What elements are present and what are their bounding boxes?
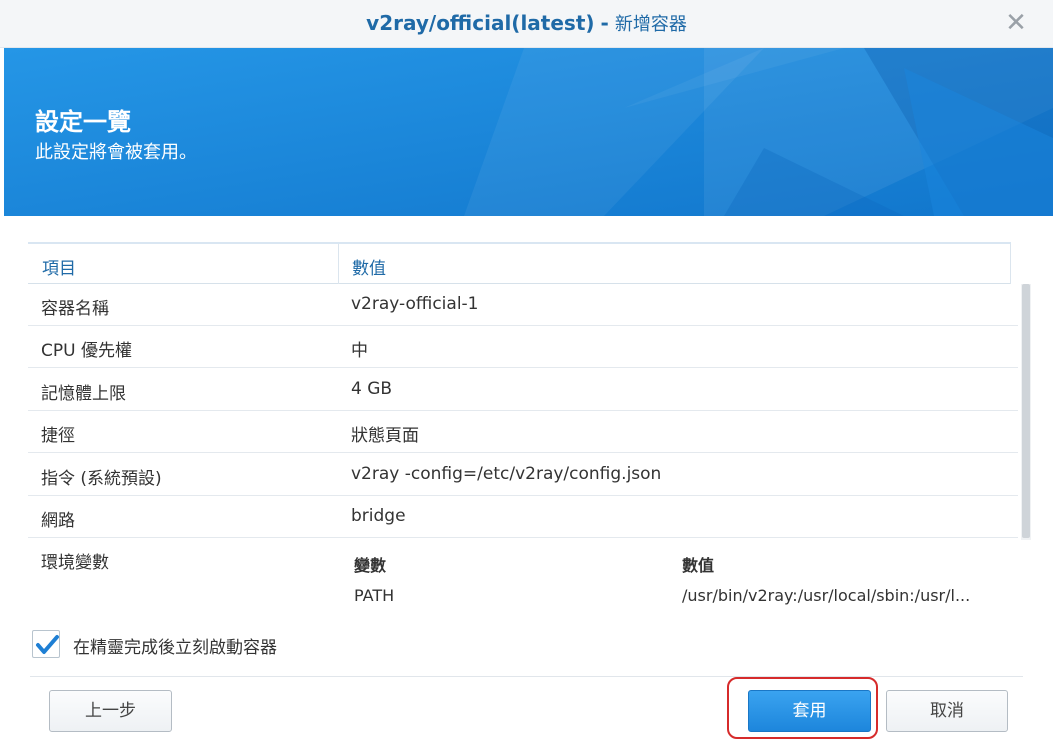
row-item: 容器名稱 <box>41 299 109 319</box>
footer-divider <box>30 676 1023 677</box>
env-header-variable: 變數 <box>354 556 387 575</box>
row-value: v2ray-official-1 <box>351 294 479 314</box>
row-value: 4 GB <box>351 379 393 399</box>
start-after-wizard-checkbox[interactable] <box>32 630 60 658</box>
checkmark-icon <box>36 635 59 654</box>
row-item: CPU 優先權 <box>41 341 132 361</box>
env-variable-name: PATH <box>354 586 395 605</box>
table-row: 捷徑 狀態頁面 <box>28 411 1018 453</box>
dialog-titlebar: v2ray/official(latest) - 新增容器 ✕ <box>0 0 1053 48</box>
column-header-value: 數值 <box>352 259 386 279</box>
row-item: 環境變數 <box>41 553 109 573</box>
start-after-wizard-label[interactable]: 在精靈完成後立刻啟動容器 <box>73 633 277 658</box>
close-icon[interactable]: ✕ <box>1001 8 1031 38</box>
table-row: CPU 優先權 中 <box>28 326 1018 368</box>
row-item: 捷徑 <box>41 426 75 446</box>
table-row: 網路 bridge <box>28 496 1018 538</box>
row-value: v2ray -config=/etc/v2ray/config.json <box>351 464 662 484</box>
banner-title: 設定一覽 <box>35 108 131 136</box>
row-item: 記憶體上限 <box>41 384 126 404</box>
env-variable-value: /usr/bin/v2ray:/usr/local/sbin:/usr/l... <box>682 586 971 605</box>
summary-table: 項目 數值 容器名稱 v2ray-official-1 CPU 優先權 中 記憶… <box>28 242 1034 612</box>
dialog-title-main: v2ray/official(latest) <box>366 11 595 35</box>
row-item: 網路 <box>41 511 75 531</box>
row-value: 狀態頁面 <box>351 426 419 446</box>
table-header: 項目 數值 <box>28 242 1011 284</box>
header-banner: 設定一覽 此設定將會被套用。 <box>4 48 1053 216</box>
table-row: 容器名稱 v2ray-official-1 <box>28 284 1018 326</box>
dialog-title-separator: - <box>600 11 609 35</box>
previous-button[interactable]: 上一步 <box>49 690 172 732</box>
cancel-button[interactable]: 取消 <box>886 690 1008 732</box>
banner-subtitle: 此設定將會被套用。 <box>35 142 197 163</box>
scrollbar-thumb[interactable] <box>1022 284 1030 538</box>
table-row: 指令 (系統預設) v2ray -config=/etc/v2ray/confi… <box>28 454 1018 496</box>
row-value: 中 <box>351 341 368 361</box>
table-row-environment: 環境變數 變數 數值 PATH /usr/bin/v2ray:/usr/loca… <box>28 540 1018 612</box>
apply-button-highlight <box>727 677 878 739</box>
row-value: bridge <box>351 506 406 526</box>
column-divider <box>1010 244 1011 284</box>
env-header-value: 數值 <box>682 556 715 575</box>
dialog-title: v2ray/official(latest) - 新增容器 <box>0 10 1053 36</box>
dialog-title-sub: 新增容器 <box>614 14 687 35</box>
column-divider <box>338 244 339 284</box>
table-row: 記憶體上限 4 GB <box>28 369 1018 411</box>
banner-background <box>4 48 1053 216</box>
column-header-item: 項目 <box>42 259 76 279</box>
row-item: 指令 (系統預設) <box>41 469 162 489</box>
create-container-dialog: v2ray/official(latest) - 新增容器 ✕ 設定一覽 此設定將會… <box>0 0 1053 742</box>
